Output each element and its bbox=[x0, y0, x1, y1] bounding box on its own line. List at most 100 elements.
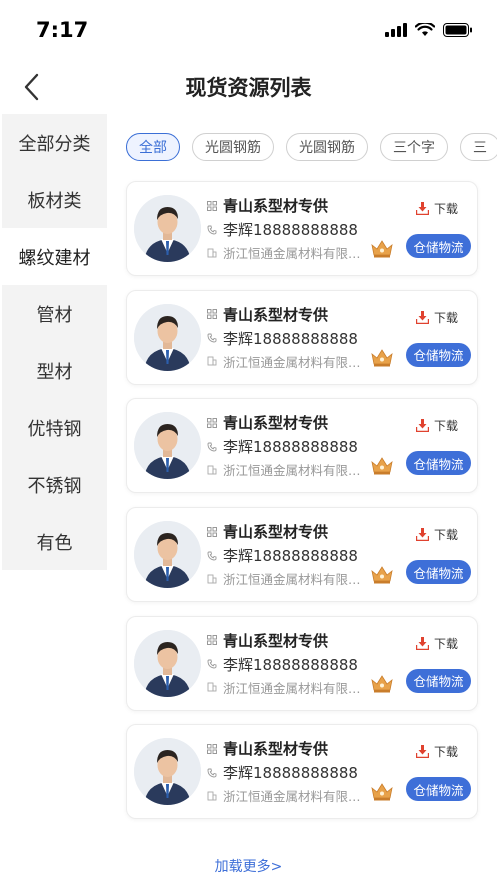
download-icon bbox=[416, 745, 429, 759]
filter-chips: 全部 光圆钢筋 光圆钢筋 三个字 三 bbox=[126, 133, 497, 163]
storage-logistics-button[interactable]: 仓储物流 bbox=[406, 560, 471, 585]
filter-chip[interactable]: 光圆钢筋 bbox=[192, 133, 274, 161]
resource-list: 青山系型材专供 李辉18888888888 浙江恒通金属材料有限公... 下载 … bbox=[126, 181, 478, 833]
sidebar-item-nonferrous[interactable]: 有色 bbox=[2, 513, 107, 570]
card-phone: 李辉18888888888 bbox=[223, 221, 358, 239]
sidebar-item-section[interactable]: 型材 bbox=[2, 342, 107, 399]
cellular-signal-icon bbox=[385, 22, 407, 41]
storage-logistics-button[interactable]: 仓储物流 bbox=[406, 777, 471, 802]
grid-icon bbox=[207, 417, 217, 428]
filter-chip[interactable]: 光圆钢筋 bbox=[286, 133, 368, 161]
card-company: 浙江恒通金属材料有限公... bbox=[223, 463, 365, 479]
building-icon bbox=[207, 574, 217, 584]
download-icon bbox=[416, 419, 429, 433]
resource-card[interactable]: 青山系型材专供 李辉18888888888 浙江恒通金属材料有限公... 下载 … bbox=[126, 724, 478, 820]
download-icon bbox=[416, 636, 429, 650]
sidebar-item-stainless[interactable]: 不锈钢 bbox=[2, 456, 107, 513]
card-name: 青山系型材专供 bbox=[223, 523, 329, 542]
status-bar: 7:17 bbox=[0, 0, 497, 62]
crown-icon bbox=[371, 783, 393, 805]
sidebar-item-label: 板材类 bbox=[27, 190, 82, 212]
phone-icon bbox=[207, 442, 217, 452]
sidebar-item-label: 管材 bbox=[36, 304, 73, 326]
status-time: 7:17 bbox=[36, 18, 89, 42]
download-label: 下载 bbox=[434, 636, 459, 651]
avatar bbox=[134, 195, 201, 262]
download-label: 下载 bbox=[434, 202, 459, 216]
download-icon bbox=[416, 310, 429, 324]
download-button[interactable]: 下载 bbox=[416, 417, 458, 434]
download-label: 下载 bbox=[434, 745, 459, 760]
battery-icon bbox=[443, 22, 473, 41]
card-phone: 李辉18888888888 bbox=[223, 438, 358, 457]
card-name: 青山系型材专供 bbox=[223, 740, 329, 759]
resource-card[interactable]: 青山系型材专供 李辉18888888888 浙江恒通金属材料有限公... 下载 … bbox=[126, 615, 478, 711]
crown-icon bbox=[371, 457, 393, 479]
phone-icon bbox=[207, 551, 217, 561]
sidebar-item-label: 不锈钢 bbox=[27, 475, 82, 497]
card-phone: 李辉18888888888 bbox=[223, 329, 358, 348]
resource-card[interactable]: 青山系型材专供 李辉18888888888 浙江恒通金属材料有限公... 下载 … bbox=[126, 289, 478, 385]
sidebar-item-label: 全部分类 bbox=[18, 133, 91, 155]
download-button[interactable]: 下载 bbox=[416, 309, 458, 326]
sidebar-item-label: 螺纹建材 bbox=[18, 247, 91, 269]
card-name: 青山系型材专供 bbox=[223, 305, 329, 324]
sidebar-item-label: 型材 bbox=[36, 361, 73, 383]
sidebar-item-label: 优特钢 bbox=[27, 418, 82, 440]
sidebar-item-label: 有色 bbox=[36, 532, 73, 554]
category-sidebar: 全部分类 板材类 螺纹建材 管材 型材 优特钢 不锈钢 有色 bbox=[2, 114, 107, 570]
download-icon bbox=[416, 202, 429, 215]
filter-chip[interactable]: 三个字 bbox=[380, 133, 448, 161]
sidebar-item-rebar[interactable]: 螺纹建材 bbox=[2, 228, 107, 285]
download-button[interactable]: 下载 bbox=[416, 526, 458, 543]
load-more-link[interactable]: 加载更多> bbox=[0, 856, 497, 876]
card-company: 浙江恒通金属材料有限公... bbox=[223, 680, 365, 696]
resource-card[interactable]: 青山系型材专供 李辉18888888888 浙江恒通金属材料有限公... 下载 … bbox=[126, 181, 478, 276]
building-icon bbox=[207, 356, 217, 366]
wifi-icon bbox=[414, 21, 436, 41]
sidebar-item-special-steel[interactable]: 优特钢 bbox=[2, 399, 107, 456]
crown-icon bbox=[371, 348, 393, 371]
storage-logistics-button[interactable]: 仓储物流 bbox=[406, 342, 471, 367]
filter-chip-all[interactable]: 全部 bbox=[126, 133, 180, 161]
card-company: 浙江恒通金属材料有限公... bbox=[223, 354, 365, 370]
building-icon bbox=[207, 682, 217, 692]
storage-logistics-button[interactable]: 仓储物流 bbox=[406, 234, 471, 258]
download-label: 下载 bbox=[434, 310, 459, 325]
download-button[interactable]: 下载 bbox=[416, 743, 458, 760]
building-icon bbox=[207, 791, 217, 801]
download-button[interactable]: 下载 bbox=[416, 635, 458, 652]
card-company: 浙江恒通金属材料有限公... bbox=[223, 572, 365, 588]
grid-icon bbox=[207, 309, 217, 320]
nav-bar: 现货资源列表 bbox=[0, 62, 497, 112]
card-company: 浙江恒通金属材料有限公... bbox=[223, 789, 365, 805]
phone-icon bbox=[207, 768, 217, 778]
sidebar-item-all[interactable]: 全部分类 bbox=[2, 114, 107, 171]
grid-icon bbox=[207, 526, 217, 537]
avatar bbox=[134, 412, 201, 480]
download-button[interactable]: 下载 bbox=[416, 200, 458, 217]
building-icon bbox=[207, 248, 217, 258]
resource-card[interactable]: 青山系型材专供 李辉18888888888 浙江恒通金属材料有限公... 下载 … bbox=[126, 398, 478, 494]
sidebar-item-pipe[interactable]: 管材 bbox=[2, 285, 107, 342]
card-phone: 李辉18888888888 bbox=[223, 764, 358, 783]
resource-card[interactable]: 青山系型材专供 李辉18888888888 浙江恒通金属材料有限公... 下载 … bbox=[126, 507, 478, 603]
storage-logistics-button[interactable]: 仓储物流 bbox=[406, 668, 471, 693]
filter-chip[interactable]: 三 bbox=[460, 133, 497, 161]
storage-logistics-button[interactable]: 仓储物流 bbox=[406, 451, 471, 476]
avatar bbox=[134, 521, 201, 589]
phone-icon bbox=[207, 225, 217, 235]
avatar bbox=[134, 738, 201, 806]
sidebar-item-plate[interactable]: 板材类 bbox=[2, 171, 107, 228]
avatar bbox=[134, 303, 201, 371]
building-icon bbox=[207, 465, 217, 475]
phone-icon bbox=[207, 333, 217, 343]
download-icon bbox=[416, 528, 429, 542]
card-phone: 李辉18888888888 bbox=[223, 547, 358, 566]
grid-icon bbox=[207, 200, 217, 211]
avatar bbox=[134, 629, 201, 697]
card-company: 浙江恒通金属材料有限公... bbox=[223, 246, 365, 261]
download-label: 下载 bbox=[434, 528, 459, 543]
phone-icon bbox=[207, 659, 217, 669]
card-name: 青山系型材专供 bbox=[223, 197, 329, 215]
